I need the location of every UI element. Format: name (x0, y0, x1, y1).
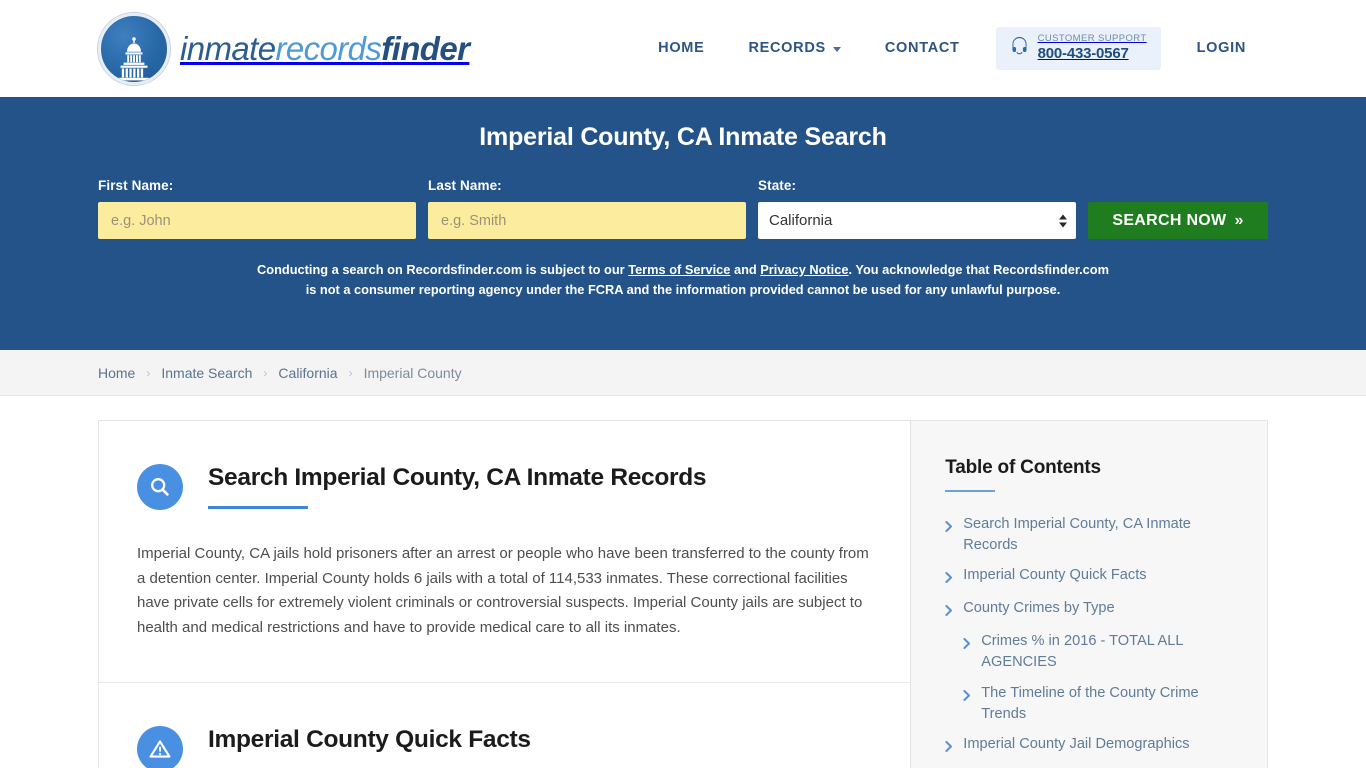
toc-list: Search Imperial County, CA Inmate Record… (945, 514, 1237, 768)
nav-label-home: HOME (658, 40, 705, 57)
toc-accent-rule (945, 490, 996, 492)
search-disclaimer: Conducting a search on Recordsfinder.com… (253, 260, 1113, 300)
breadcrumb-separator-icon: › (263, 365, 268, 380)
hero-search-banner: Imperial County, CA Inmate Search First … (0, 97, 1366, 350)
toc-item-jail-demographics[interactable]: Imperial County Jail Demographics (945, 734, 1237, 757)
privacy-notice-link[interactable]: Privacy Notice (760, 262, 848, 277)
last-name-input[interactable] (428, 202, 746, 239)
toc-item-county-crimes-by-type[interactable]: County Crimes by Type (945, 598, 1237, 621)
toc-item-search-records[interactable]: Search Imperial County, CA Inmate Record… (945, 514, 1237, 555)
breadcrumb: Home › Inmate Search › California › Impe… (98, 365, 462, 381)
customer-support-badge[interactable]: CUSTOMER SUPPORT 800-433-0567 (995, 27, 1161, 70)
section-search-inmate-records: Search Imperial County, CA Inmate Record… (99, 421, 911, 684)
nav-item-login[interactable]: LOGIN (1175, 30, 1268, 66)
nav-item-contact[interactable]: CONTACT (863, 30, 982, 66)
search-now-button[interactable]: SEARCH NOW » (1088, 202, 1268, 239)
chevron-right-icon (963, 688, 971, 706)
chevron-right-icon (963, 636, 971, 654)
state-selected-value: California (769, 212, 833, 229)
page-title: Imperial County, CA Inmate Search (479, 123, 887, 151)
page-body: Search Imperial County, CA Inmate Record… (0, 396, 1366, 768)
site-logo[interactable]: inmaterecordsfinder (98, 12, 470, 85)
section-title-wrapper: Imperial County Quick Facts (208, 723, 531, 768)
state-field-group: State: California (758, 178, 1076, 239)
toc-link[interactable]: The Timeline of the County Crime Trends (981, 683, 1237, 724)
terms-of-service-link[interactable]: Terms of Service (628, 262, 730, 277)
section-header: Imperial County Quick Facts (137, 723, 872, 768)
chevron-down-icon (832, 46, 841, 52)
breadcrumb-item-california[interactable]: California (278, 365, 337, 381)
nav-label-records: RECORDS (748, 40, 826, 57)
toc-item-quick-facts[interactable]: Imperial County Quick Facts (945, 565, 1237, 588)
logo-word-finder: finder (381, 30, 470, 67)
section-quick-facts: Imperial County Quick Facts (99, 683, 910, 768)
first-name-field-group: First Name: (98, 178, 416, 239)
content-shell: Search Imperial County, CA Inmate Record… (98, 420, 1268, 768)
logo-word-inmate: inmate (180, 30, 276, 67)
toc-item-crime-trends-timeline[interactable]: The Timeline of the County Crime Trends (945, 683, 1237, 724)
breadcrumb-bar: Home › Inmate Search › California › Impe… (0, 350, 1366, 396)
section-title: Search Imperial County, CA Inmate Record… (208, 464, 707, 491)
nav-label-login: LOGIN (1196, 40, 1246, 57)
warning-triangle-icon (137, 726, 183, 768)
disclaimer-part-1: Conducting a search on Recordsfinder.com… (257, 262, 629, 277)
breadcrumb-item-home[interactable]: Home (98, 365, 135, 381)
chevron-right-icon (945, 519, 953, 537)
site-header: inmaterecordsfinder HOME RECORDS CONTACT… (0, 0, 1366, 97)
state-select-wrapper: California (758, 202, 1076, 239)
nav-item-records[interactable]: RECORDS (726, 30, 862, 66)
toc-link[interactable]: Crimes % in 2016 - TOTAL ALL AGENCIES (981, 631, 1237, 672)
toc-link[interactable]: Imperial County Quick Facts (963, 565, 1146, 586)
stepper-down-icon (1059, 222, 1067, 227)
stepper-up-icon (1059, 214, 1067, 219)
section-accent-rule (208, 506, 308, 510)
logo-word-records: records (275, 30, 382, 67)
state-label: State: (758, 178, 797, 193)
double-chevron-right-icon: » (1234, 211, 1244, 229)
headset-icon (1010, 36, 1029, 60)
main-content-column: Search Imperial County, CA Inmate Record… (99, 421, 911, 768)
section-title-wrapper: Search Imperial County, CA Inmate Record… (208, 461, 707, 510)
sidebar-table-of-contents: Table of Contents Search Imperial County… (910, 421, 1267, 768)
disclaimer-part-2: and (730, 262, 761, 277)
toc-link[interactable]: Search Imperial County, CA Inmate Record… (963, 514, 1237, 555)
toc-item-crimes-percent-2016[interactable]: Crimes % in 2016 - TOTAL ALL AGENCIES (945, 631, 1237, 672)
support-label: CUSTOMER SUPPORT (1037, 33, 1147, 45)
toc-link[interactable]: Imperial County Jail Demographics (963, 734, 1189, 755)
nav-item-home[interactable]: HOME (636, 30, 726, 66)
logo-wordmark: inmaterecordsfinder (180, 30, 470, 67)
last-name-label: Last Name: (428, 178, 502, 193)
chevron-right-icon (945, 603, 953, 621)
section-body-text: Imperial County, CA jails hold prisoners… (137, 545, 869, 636)
section-title: Imperial County Quick Facts (208, 726, 531, 754)
inmate-search-form: First Name: Last Name: State: California… (98, 178, 1268, 239)
first-name-label: First Name: (98, 178, 174, 193)
magnifier-icon (137, 464, 183, 510)
breadcrumb-separator-icon: › (146, 365, 151, 380)
toc-title: Table of Contents (945, 457, 1101, 478)
toc-link[interactable]: County Crimes by Type (963, 598, 1114, 619)
search-button-label: SEARCH NOW (1112, 211, 1227, 229)
breadcrumb-separator-icon: › (348, 365, 353, 380)
main-navigation: HOME RECORDS CONTACT CUSTOMER SUPPORT 80… (636, 27, 1268, 70)
breadcrumb-item-inmate-search[interactable]: Inmate Search (161, 365, 252, 381)
capitol-dome-icon (98, 12, 170, 85)
state-select[interactable]: California (758, 202, 1076, 239)
nav-label-contact: CONTACT (884, 40, 960, 57)
breadcrumb-item-imperial-county: Imperial County (363, 364, 462, 381)
first-name-input[interactable] (98, 202, 416, 239)
chevron-right-icon (945, 570, 953, 588)
select-stepper-icon[interactable] (1059, 214, 1067, 227)
section-header: Search Imperial County, CA Inmate Record… (137, 461, 872, 510)
last-name-field-group: Last Name: (428, 178, 746, 239)
chevron-right-icon (945, 739, 953, 757)
support-text-block: CUSTOMER SUPPORT 800-433-0567 (1037, 33, 1147, 63)
support-phone-number: 800-433-0567 (1037, 45, 1129, 63)
